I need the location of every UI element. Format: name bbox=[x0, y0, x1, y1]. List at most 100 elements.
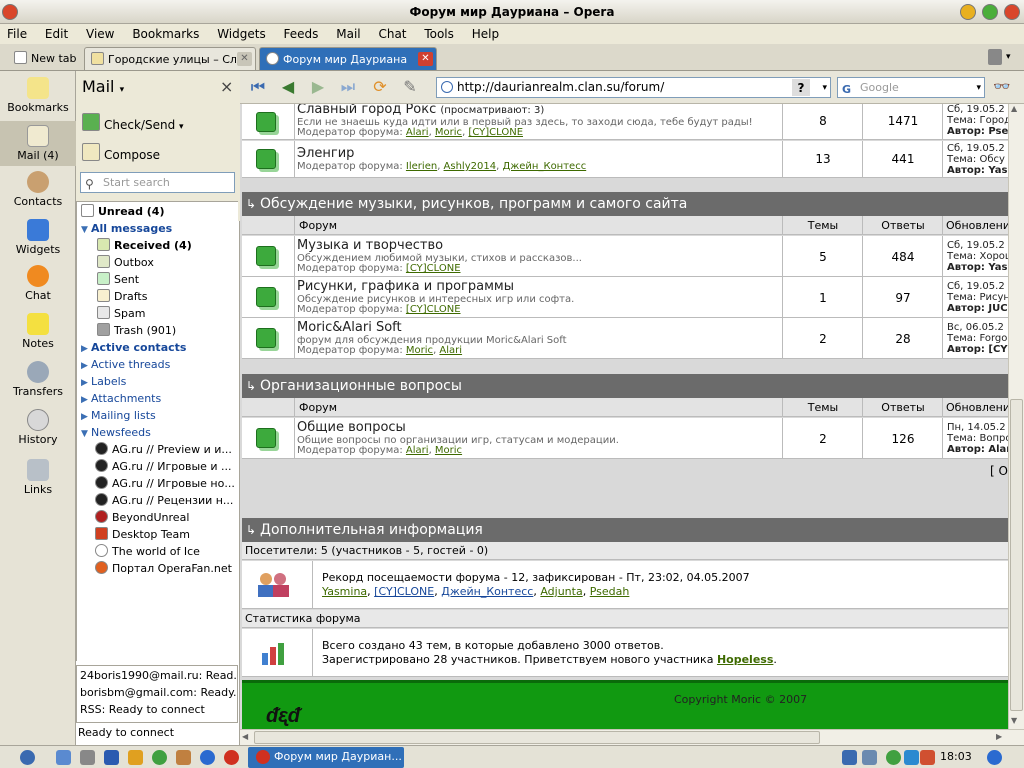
fast-forward-icon[interactable]: ⏭ bbox=[338, 78, 358, 96]
forum-title[interactable]: Славный город Рокс (просматривают: 3) bbox=[297, 104, 544, 117]
forum-title[interactable]: Рисунки, графика и программы bbox=[297, 279, 514, 294]
forward-icon[interactable]: ▶ bbox=[308, 78, 328, 96]
moderator-link[interactable]: Alari bbox=[406, 445, 429, 456]
tray-icon[interactable] bbox=[904, 750, 919, 765]
tree-item-mailing-lists[interactable]: ▶ Mailing lists bbox=[81, 407, 156, 424]
tree-item-labels[interactable]: ▶ Labels bbox=[81, 373, 126, 390]
feed-item[interactable]: The world of Ice bbox=[95, 543, 200, 560]
launcher-icon[interactable] bbox=[176, 750, 191, 765]
moderator-link[interactable]: Ilerien bbox=[406, 161, 437, 172]
feed-item[interactable]: AG.ru // Рецензии н... bbox=[95, 492, 233, 509]
tree-item-drafts[interactable]: Drafts bbox=[97, 288, 147, 305]
tree-item-received[interactable]: Received (4) bbox=[97, 237, 192, 254]
section-header[interactable]: ↳ Дополнительная информация bbox=[242, 518, 1008, 542]
tray-icon[interactable] bbox=[862, 750, 877, 765]
user-link[interactable]: Джейн_Контесс bbox=[441, 585, 533, 598]
taskbar-window-button[interactable]: Форум мир Дауриан... bbox=[248, 747, 404, 768]
panel-notes[interactable]: Notes bbox=[0, 313, 76, 350]
edit-icon[interactable]: ✎ bbox=[400, 78, 420, 96]
bracket-link[interactable]: [ О bbox=[990, 464, 1008, 478]
tree-item-outbox[interactable]: Outbox bbox=[97, 254, 154, 271]
tree-item-spam[interactable]: Spam bbox=[97, 305, 145, 322]
menu-mail[interactable]: Mail bbox=[329, 24, 367, 41]
feed-item[interactable]: Портал OperaFan.net bbox=[95, 560, 232, 577]
menu-feeds[interactable]: Feeds bbox=[277, 24, 326, 41]
launcher-icon[interactable] bbox=[56, 750, 71, 765]
zoom-glasses-icon[interactable]: 👓 bbox=[992, 78, 1012, 96]
maximize-button[interactable] bbox=[982, 4, 998, 20]
panel-transfers[interactable]: Transfers bbox=[0, 361, 76, 398]
section-header[interactable]: ↳ Обсуждение музыки, рисунков, программ … bbox=[242, 192, 1008, 216]
tree-item-trash[interactable]: Trash (901) bbox=[97, 322, 176, 339]
close-tab-icon[interactable]: ✕ bbox=[237, 52, 252, 66]
scrollbar-thumb[interactable] bbox=[1010, 399, 1023, 711]
tree-item-attachments[interactable]: ▶ Attachments bbox=[81, 390, 161, 407]
back-icon[interactable]: ◀ bbox=[278, 78, 298, 96]
forum-title[interactable]: Музыка и творчество bbox=[297, 238, 443, 253]
menu-widgets[interactable]: Widgets bbox=[210, 24, 273, 41]
tree-item-unread[interactable]: Unread (4) bbox=[81, 203, 164, 220]
tree-item-active-contacts[interactable]: ▶ Active contacts bbox=[81, 339, 186, 356]
opera-launcher-icon[interactable] bbox=[224, 750, 239, 765]
launcher-icon[interactable] bbox=[200, 750, 215, 765]
menu-chat[interactable]: Chat bbox=[371, 24, 413, 41]
menu-view[interactable]: View bbox=[79, 24, 121, 41]
chevron-down-icon[interactable]: ▾ bbox=[976, 79, 981, 98]
moderator-link[interactable]: Alari bbox=[439, 345, 462, 356]
rewind-icon[interactable]: ⏮ bbox=[248, 78, 268, 96]
tray-icon[interactable] bbox=[886, 750, 901, 765]
start-icon[interactable] bbox=[20, 750, 35, 765]
feed-item[interactable]: AG.ru // Игровые и ... bbox=[95, 458, 232, 475]
vertical-scrollbar[interactable]: ▲ ▼ bbox=[1008, 104, 1024, 729]
search-icon[interactable] bbox=[987, 750, 1002, 765]
panel-chat[interactable]: Chat bbox=[0, 265, 76, 302]
panel-mail[interactable]: Mail (4) bbox=[0, 121, 76, 166]
tree-item-active-threads[interactable]: ▶ Active threads bbox=[81, 356, 170, 373]
menu-tools[interactable]: Tools bbox=[417, 24, 461, 41]
user-link[interactable]: Yasmina bbox=[322, 585, 367, 598]
address-field[interactable]: http://daurianrealm.clan.su/forum/ ? ▾ bbox=[436, 77, 831, 98]
panel-links[interactable]: Links bbox=[0, 459, 76, 496]
tray-icon[interactable] bbox=[842, 750, 857, 765]
panel-contacts[interactable]: Contacts bbox=[0, 171, 76, 208]
close-panel-button[interactable]: × bbox=[220, 77, 233, 96]
user-link[interactable]: [CY]CLONE bbox=[374, 585, 434, 598]
user-link[interactable]: Hopeless bbox=[717, 653, 773, 666]
chevron-down-icon[interactable]: ▾ bbox=[822, 79, 827, 98]
feed-item[interactable]: BeyondUnreal bbox=[95, 509, 189, 526]
panel-history[interactable]: History bbox=[0, 409, 76, 446]
moderator-link[interactable]: [CY]CLONE bbox=[406, 304, 461, 315]
scroll-right-icon[interactable]: ▶ bbox=[996, 732, 1002, 741]
scrollbar-thumb[interactable] bbox=[254, 731, 820, 744]
close-tab-icon[interactable]: ✕ bbox=[418, 52, 433, 66]
scroll-left-icon[interactable]: ◀ bbox=[242, 732, 248, 741]
section-header[interactable]: ↳ Организационные вопросы bbox=[242, 374, 1008, 398]
user-link[interactable]: Adjunta bbox=[540, 585, 582, 598]
moderator-link[interactable]: Moric bbox=[435, 445, 462, 456]
feed-item[interactable]: AG.ru // Preview и и... bbox=[95, 441, 232, 458]
menu-bookmarks[interactable]: Bookmarks bbox=[125, 24, 206, 41]
check-send-button[interactable]: Check/Send ▾ bbox=[82, 113, 184, 132]
menu-edit[interactable]: Edit bbox=[38, 24, 75, 41]
compose-button[interactable]: Compose bbox=[82, 143, 160, 162]
moderator-link[interactable]: Moric bbox=[435, 127, 462, 138]
tab-forum[interactable]: Форум мир Дауриана ✕ bbox=[259, 47, 437, 70]
horizontal-scrollbar[interactable]: ◀ ▶ bbox=[240, 729, 1024, 745]
new-tab-button[interactable]: New tab bbox=[8, 47, 80, 70]
moderator-link[interactable]: [CY]CLONE bbox=[468, 127, 523, 138]
launcher-icon[interactable] bbox=[104, 750, 119, 765]
tab-city-streets[interactable]: Городские улицы – Сл... ✕ bbox=[84, 47, 256, 70]
moderator-link[interactable]: Alari bbox=[406, 127, 429, 138]
chevron-down-icon[interactable]: ▾ bbox=[1006, 52, 1011, 62]
forum-title[interactable]: Moric&Alari Soft bbox=[297, 320, 402, 335]
user-link[interactable]: Psedah bbox=[590, 585, 630, 598]
reload-icon[interactable]: ⟳ bbox=[370, 78, 390, 96]
launcher-icon[interactable] bbox=[80, 750, 95, 765]
menu-file[interactable]: File bbox=[0, 24, 34, 41]
forum-title[interactable]: Эленгир bbox=[297, 146, 354, 161]
feed-item[interactable]: Desktop Team bbox=[95, 526, 190, 543]
minimize-button[interactable] bbox=[960, 4, 976, 20]
moderator-link[interactable]: [CY]CLONE bbox=[406, 263, 461, 274]
moderator-link[interactable]: Джейн_Контесс bbox=[502, 161, 586, 172]
moderator-link[interactable]: Moric bbox=[406, 345, 433, 356]
